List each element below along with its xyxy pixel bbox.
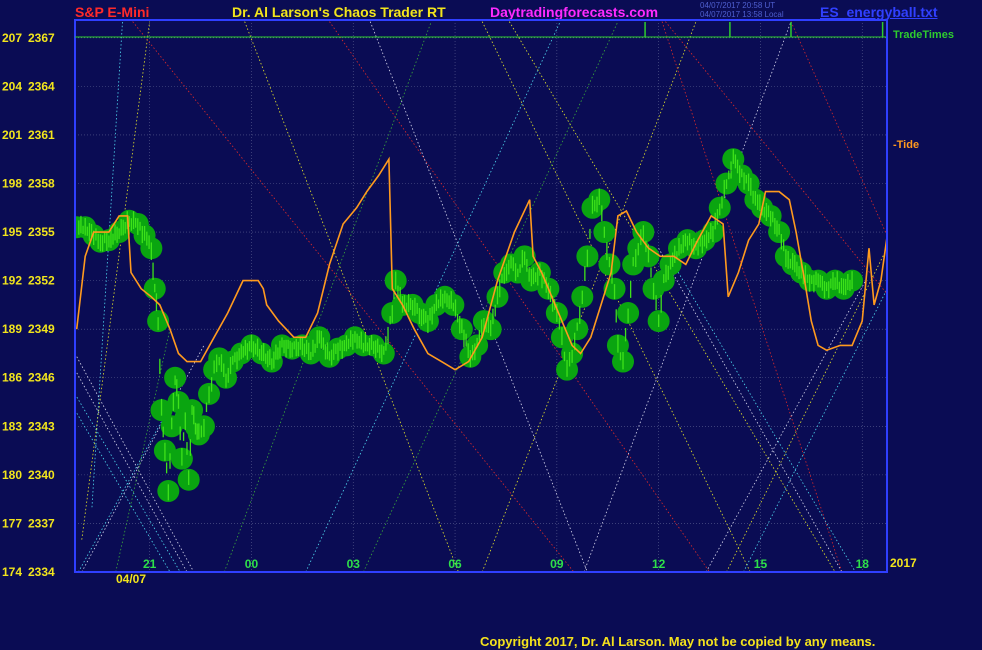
projection-line [726, 247, 887, 572]
x-tick-label: 06 [448, 557, 462, 571]
projection-line [244, 21, 459, 572]
x-tick-label: 00 [245, 557, 259, 571]
y-tick-label-left: 192 [2, 274, 22, 288]
copyright-notice: Copyright 2017, Dr. Al Larson. May not b… [480, 634, 876, 649]
projection-line [705, 280, 866, 572]
plot-border [74, 19, 888, 573]
trade-times-layer [644, 22, 884, 37]
y-tick-label-left: 198 [2, 176, 22, 190]
projection-line [508, 21, 836, 572]
y-tick-label-right: 2343 [28, 419, 55, 433]
year-label: 2017 [890, 556, 917, 570]
x-tick-label: 18 [856, 557, 870, 571]
y-tick-label-left: 186 [2, 371, 22, 385]
x-tick-label: 09 [550, 557, 564, 571]
grid-layer [75, 20, 886, 573]
price-chart: 174 2334 177 2337 180 2340 183 2343 186 2346 189 23… [2, 19, 954, 586]
y-tick-label-right: 2349 [28, 322, 55, 336]
x-tick-label: 12 [652, 557, 666, 571]
tide-label: -Tide [893, 139, 919, 151]
trade-times-label: TradeTimes [893, 29, 954, 41]
y-tick-label-right: 2355 [28, 225, 55, 239]
y-tick-label-left: 204 [2, 79, 22, 93]
energy-ball-layer [75, 148, 864, 503]
y-tick-label-right: 2361 [28, 128, 55, 142]
x-tick-label: 21 [143, 557, 157, 571]
y-tick-label-left: 177 [2, 516, 22, 530]
y-tick-label-left: 207 [2, 31, 22, 45]
chaos-trader-chart-window: { "header": { "symbol": "S&P E-Mini", "p… [0, 0, 982, 650]
projection-line [790, 21, 887, 237]
projection-line [668, 256, 856, 572]
y-tick-label-right: 2334 [28, 565, 55, 579]
projection-line [661, 21, 843, 572]
y-tick-label-right: 2364 [28, 79, 55, 93]
y-tick-label-left: 189 [2, 322, 22, 336]
x-tick-label: 15 [754, 557, 768, 571]
axes-layer: 174 2334 177 2337 180 2340 183 2343 186 2346 189 23… [2, 29, 954, 586]
y-tick-label-right: 2358 [28, 176, 55, 190]
y-tick-label-left: 183 [2, 419, 22, 433]
y-tick-label-right: 2337 [28, 516, 55, 530]
projection-line [743, 288, 887, 572]
date-label: 04/07 [116, 572, 146, 586]
y-tick-label-right: 2367 [28, 31, 55, 45]
y-tick-label-right: 2340 [28, 468, 55, 482]
y-tick-label-right: 2346 [28, 371, 55, 385]
y-tick-label-left: 174 [2, 565, 22, 579]
y-tick-label-left: 180 [2, 468, 22, 482]
y-tick-label-right: 2352 [28, 274, 55, 288]
y-tick-label-left: 201 [2, 128, 22, 142]
y-tick-label-left: 195 [2, 225, 22, 239]
x-tick-label: 03 [347, 557, 361, 571]
